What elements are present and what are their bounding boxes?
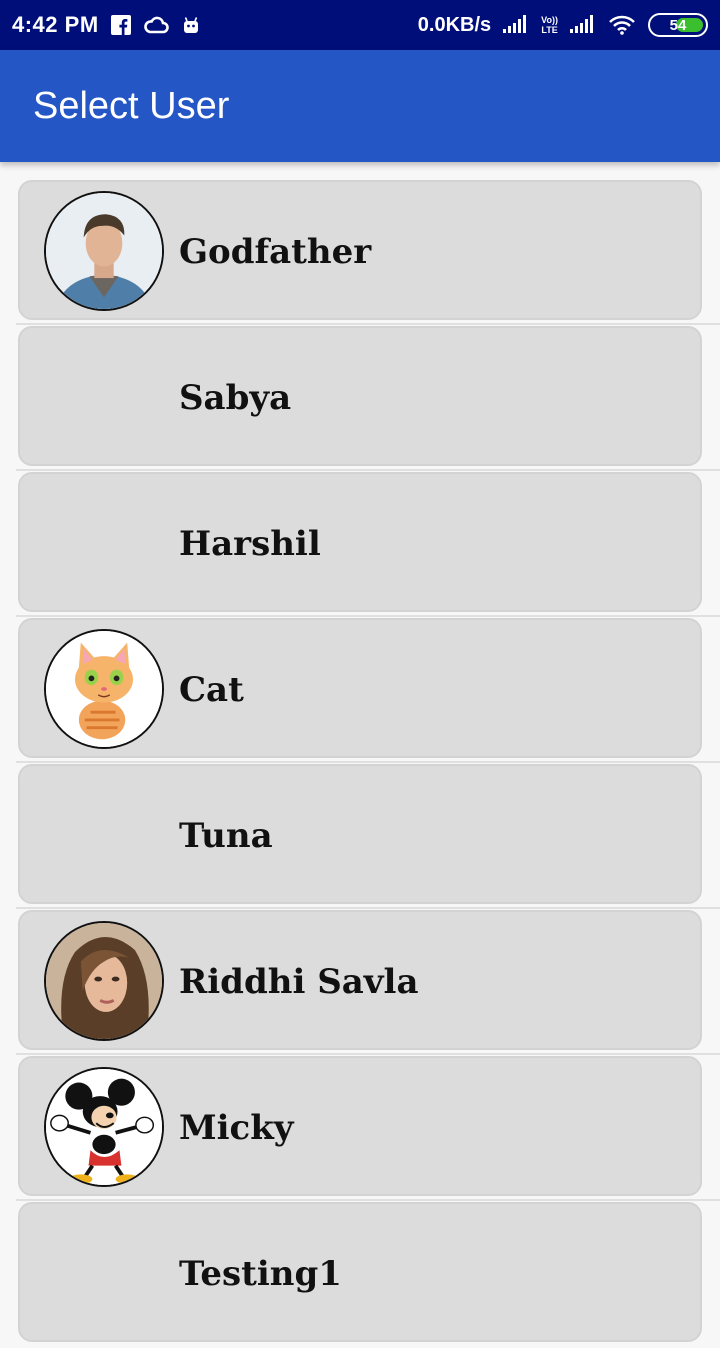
user-name: Cat [179,670,244,710]
user-card[interactable]: Micky [18,1056,702,1196]
user-card[interactable]: Tuna [18,764,702,904]
divider [16,615,720,617]
status-bar-left: 4:42 PM [12,12,201,38]
app-bar: Select User [0,50,720,162]
status-bar-right: 0.0KB/s Vo)) LTE 54 [418,13,708,37]
volte-bottom-label: LTE [541,25,558,35]
signal-icon-2 [570,15,596,35]
user-name: Harshil [179,524,321,564]
status-time: 4:42 PM [12,12,99,37]
divider [16,761,720,763]
user-name: Riddhi Savla [179,962,419,1002]
status-bar: 4:42 PM 0.0KB/s Vo)) LTE 54 [0,0,720,50]
list-item[interactable]: Micky [0,1056,720,1202]
facebook-icon [110,15,131,35]
user-name: Sabya [179,378,292,418]
list-item[interactable]: Cat [0,618,720,764]
cloud-icon [143,15,169,35]
battery-icon: 54 [648,13,708,37]
volte-indicator: Vo)) LTE [541,15,558,35]
list-item[interactable]: Sabya [0,326,720,472]
list-item[interactable]: Harshil [0,472,720,618]
divider [16,1199,720,1201]
user-card[interactable]: Godfather [18,180,702,320]
user-card[interactable]: Sabya [18,326,702,466]
list-item[interactable]: Tuna [0,764,720,910]
divider [16,1053,720,1055]
list-item[interactable]: Godfather [0,180,720,326]
page-title: Select User [33,84,230,127]
signal-icon [503,15,529,35]
network-speed: 0.0KB/s [417,13,492,36]
user-card[interactable]: Harshil [18,472,702,612]
divider [16,469,720,471]
divider [16,323,720,325]
volte-top-label: Vo)) [541,15,558,25]
list-item[interactable]: Riddhi Savla [0,910,720,1056]
user-name: Tuna [179,816,273,856]
user-name: Micky [179,1108,294,1148]
user-card[interactable]: Cat [18,618,702,758]
list-item[interactable]: Testing1 [0,1202,720,1348]
battery-percent: 54 [669,16,687,34]
divider [16,907,720,909]
user-list[interactable]: Godfather Sabya Harshil Cat Tuna Riddhi … [0,180,720,1348]
user-name: Godfather [179,232,372,272]
user-name: Testing1 [179,1254,342,1294]
avatar [44,191,164,311]
user-card[interactable]: Testing1 [18,1202,702,1342]
avatar [44,629,164,749]
wifi-icon [608,15,636,35]
avatar [44,921,164,1041]
avatar [44,1067,164,1187]
user-card[interactable]: Riddhi Savla [18,910,702,1050]
android-icon [181,15,201,35]
